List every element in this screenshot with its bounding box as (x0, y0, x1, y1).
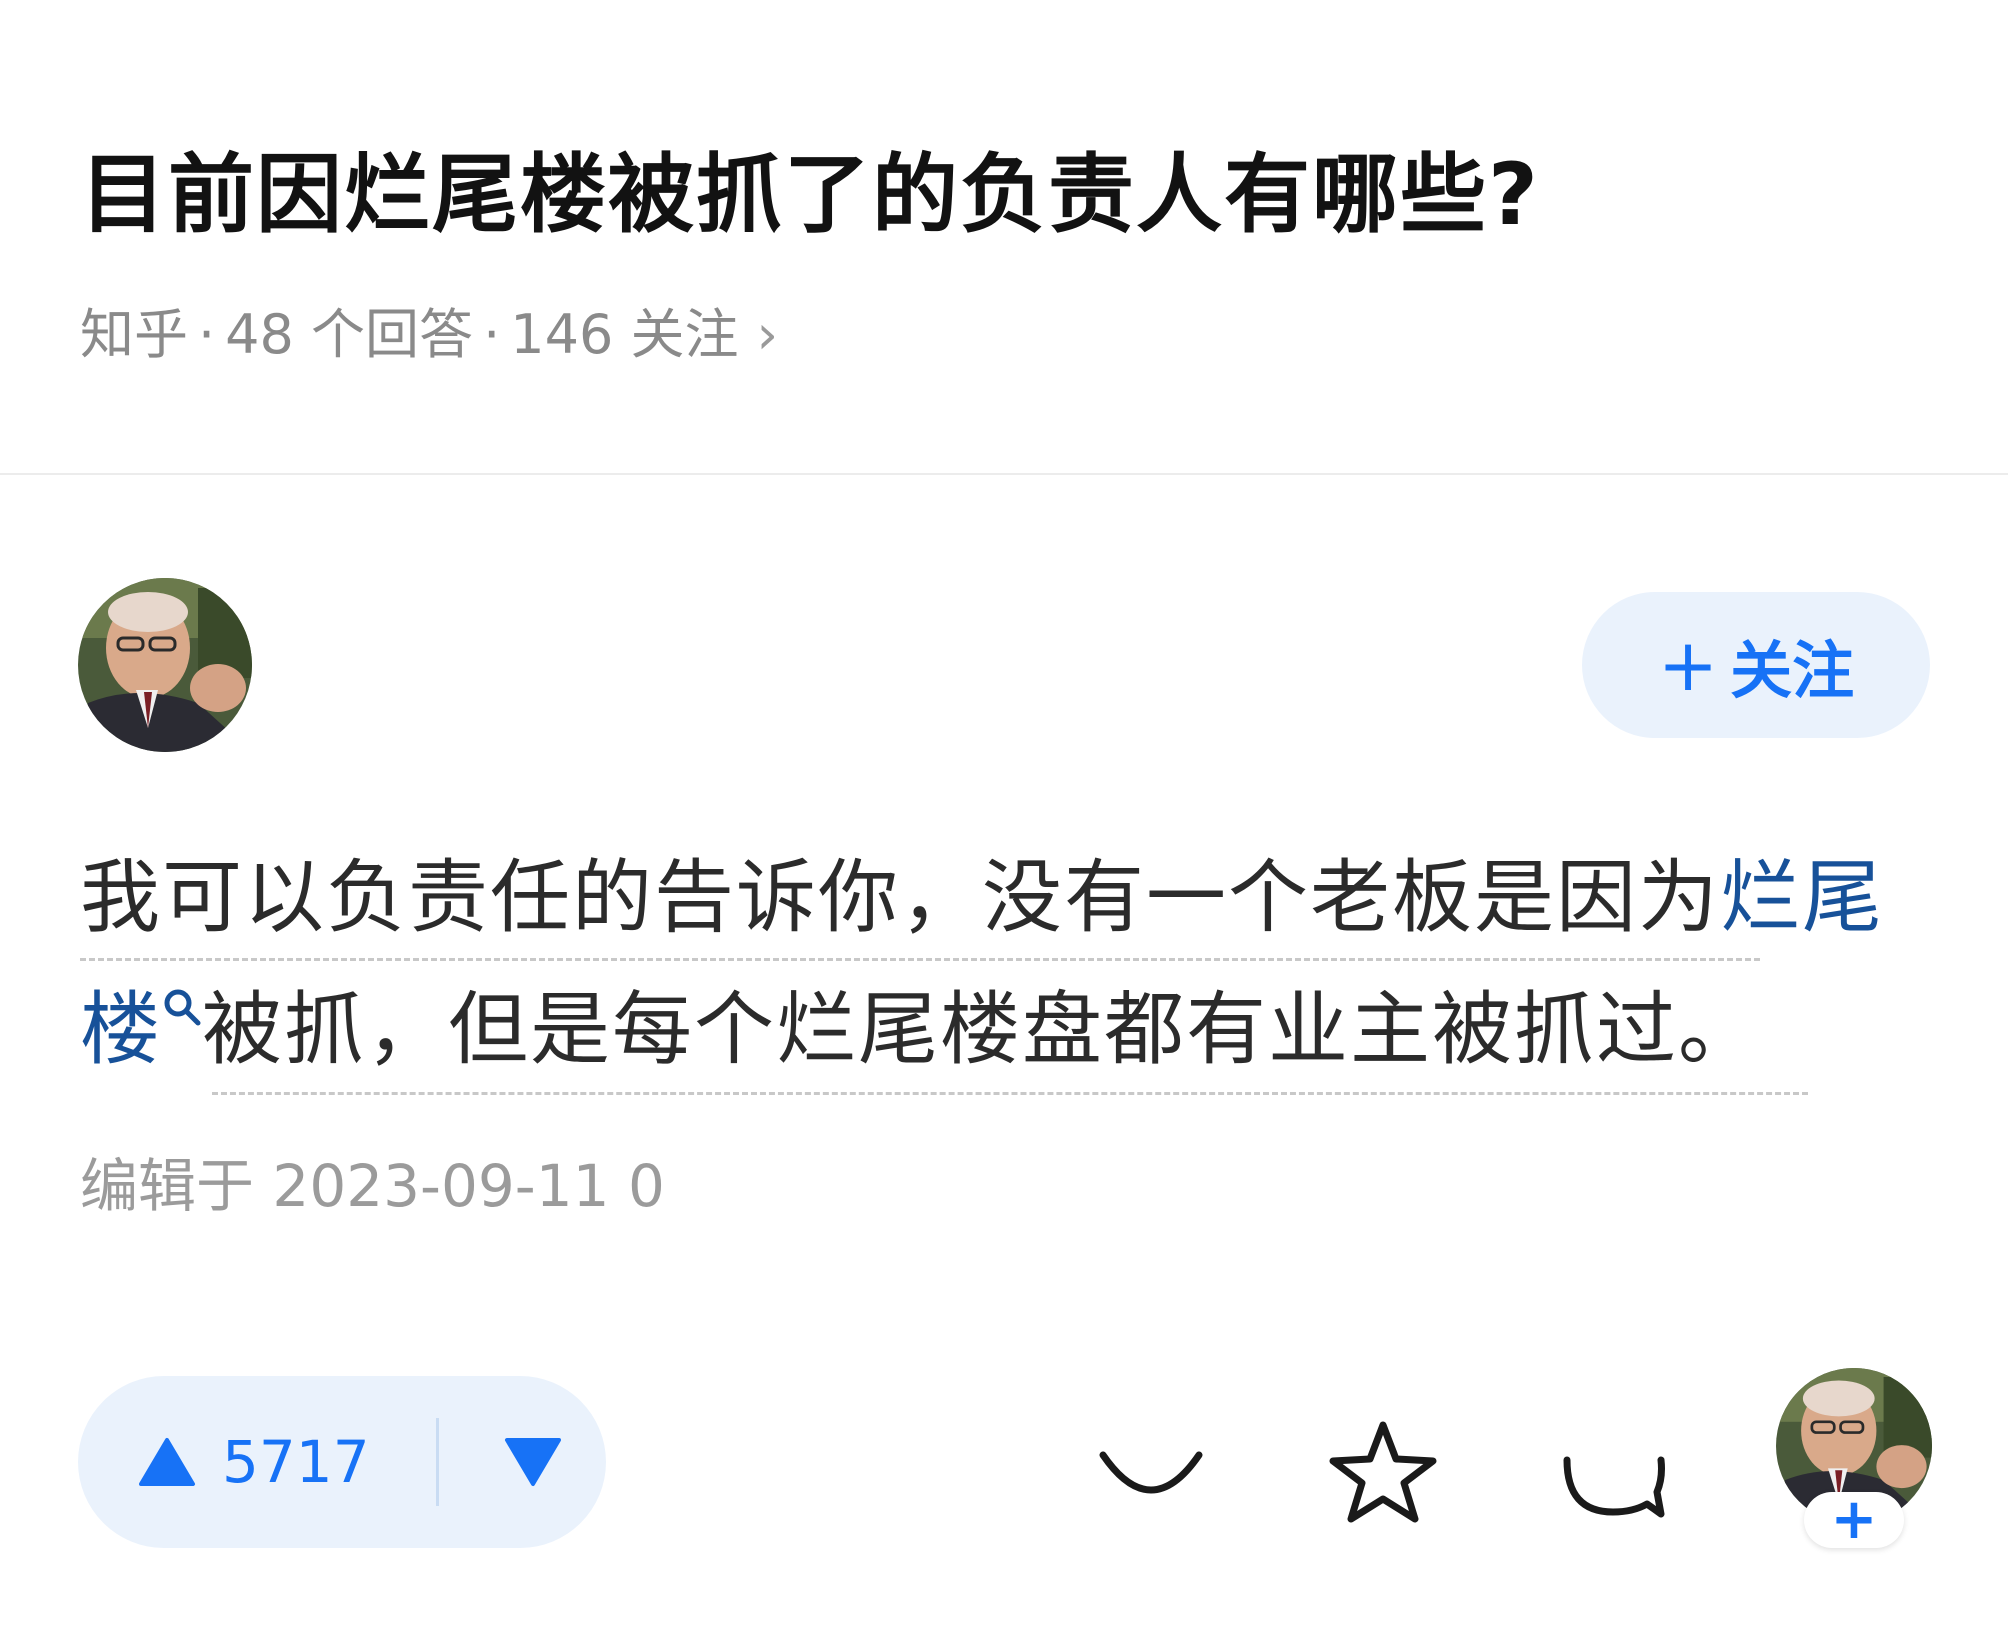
downvote-icon (505, 1438, 561, 1486)
dashed-underline (80, 958, 1760, 961)
comment-button[interactable] (1548, 1410, 1678, 1540)
answer-count: 48 个回答 (225, 303, 474, 366)
author-avatar[interactable] (78, 578, 252, 752)
upvote-count: 5717 (222, 1428, 370, 1496)
vote-divider (436, 1418, 439, 1506)
zhihu-answer-page: 目前因烂尾楼被抓了的负责人有哪些? 知乎 · 48 个回答 · 146 关注 ›… (0, 0, 2008, 1647)
dashed-underline (212, 1092, 1808, 1095)
upvote-button[interactable]: 5717 (138, 1376, 370, 1548)
keyword-link[interactable]: 楼 (80, 983, 162, 1076)
source-label: 知乎 (80, 303, 188, 366)
comment-icon (1563, 1456, 1665, 1518)
follow-label: 关注 (1730, 634, 1855, 707)
plus-icon: + (1830, 1487, 1878, 1552)
edited-timestamp: 编辑于 2023-09-11 0 (80, 1152, 665, 1220)
question-meta[interactable]: 知乎 · 48 个回答 · 146 关注 › (80, 300, 778, 370)
answer-text: 我可以负责任的告诉你，没有一个老板是因为 (80, 851, 1720, 944)
section-divider (0, 473, 2008, 475)
answer-line-2: 楼 被抓，但是每个烂尾楼盘都有业主被抓过。 (80, 975, 1760, 1099)
question-title[interactable]: 目前因烂尾楼被抓了的负责人有哪些? (80, 140, 1540, 250)
star-icon (1329, 1421, 1437, 1523)
favorite-button[interactable] (1318, 1410, 1448, 1540)
answer-line-1: 我可以负责任的告诉你，没有一个老板是因为烂尾 (80, 843, 1884, 953)
upvote-icon (139, 1438, 195, 1486)
plus-icon: + (1657, 623, 1719, 707)
downvote-button[interactable] (488, 1376, 578, 1548)
collapse-button[interactable] (1086, 1410, 1216, 1540)
search-icon[interactable] (162, 959, 202, 1069)
avatar-follow-button[interactable]: + (1804, 1492, 1904, 1548)
meta-separator: · (198, 303, 216, 366)
follower-count: 146 关注 (510, 303, 739, 366)
answer-text: 被抓，但是每个烂尾楼盘都有业主被抓过。 (202, 983, 1760, 1076)
chevron-right-icon: › (756, 303, 779, 366)
keyword-link[interactable]: 烂尾 (1720, 851, 1884, 944)
collapse-icon (1099, 1451, 1203, 1494)
vote-bar: 5717 (78, 1376, 606, 1548)
follow-button[interactable]: + 关注 (1582, 592, 1930, 738)
meta-separator: · (483, 303, 501, 366)
